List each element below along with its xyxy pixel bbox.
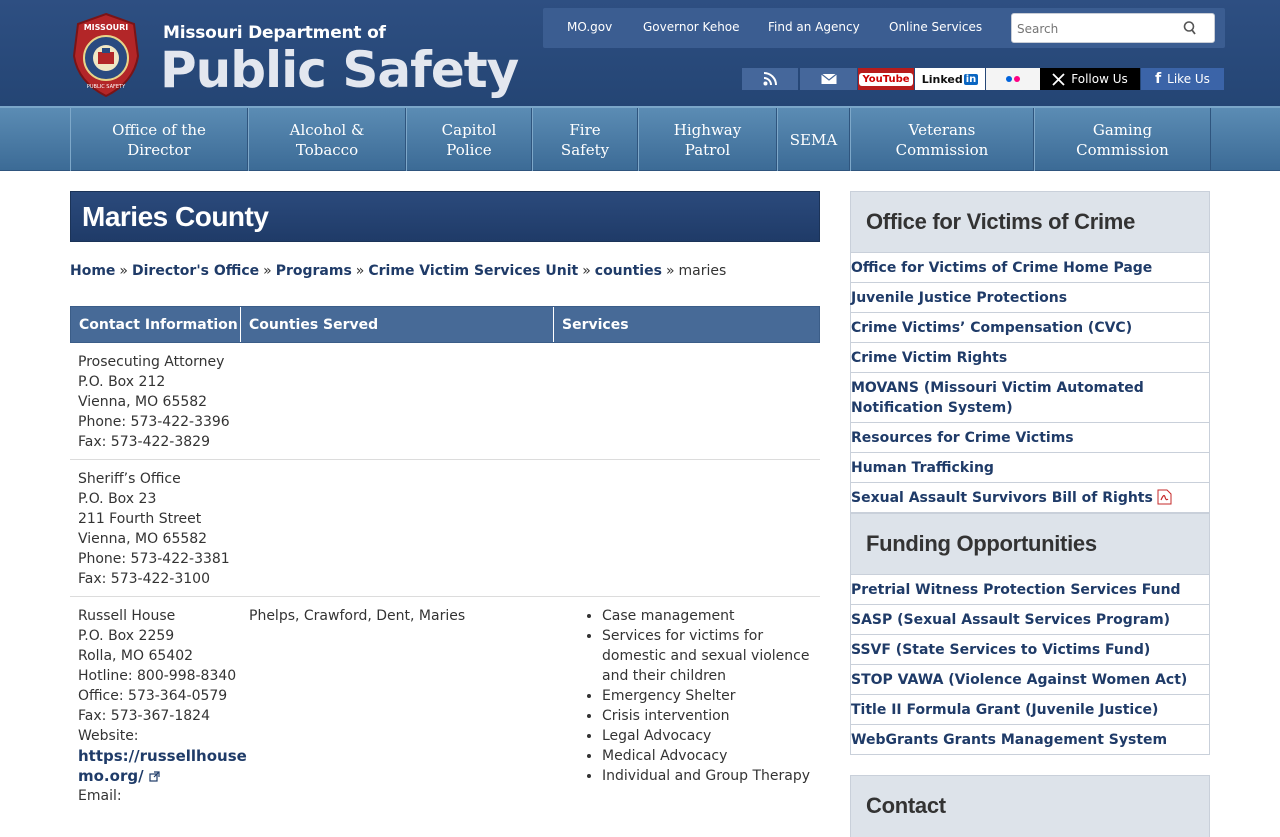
col-contact-information: Contact Information [71, 307, 241, 342]
youtube-button[interactable]: YouTube [858, 68, 914, 90]
linkedin-icon: Linked [921, 72, 963, 86]
like-us-label: Like Us [1167, 72, 1210, 86]
missouri-seal-logo[interactable]: MISSOURI PUBLIC SAFETY [70, 12, 142, 98]
linkedin-in-icon: in [963, 73, 979, 85]
breadcrumb: Home» Director's Office» Programs» Crime Vi… [70, 263, 727, 279]
flickr-icon [1006, 76, 1020, 82]
list-item: Medical Advocacy [602, 746, 814, 766]
link-find-agency[interactable]: Find an Agency [768, 20, 860, 34]
contact-cell: Russell House P.O. Box 2259 Rolla, MO 65… [78, 608, 247, 804]
nav-alcohol-tobacco[interactable]: Alcohol & Tobacco [248, 108, 406, 171]
nav-veterans-commission[interactable]: Veterans Commission [850, 108, 1034, 171]
svg-text:MISSOURI: MISSOURI [84, 23, 129, 32]
follow-us-label: Follow Us [1071, 72, 1128, 86]
col-counties-served: Counties Served [241, 307, 554, 342]
brand-title[interactable]: Public Safety [160, 40, 519, 100]
table-row: Sheriff’s Office P.O. Box 23 211 Fourth … [70, 460, 820, 597]
sidebar-link-pretrial-witness[interactable]: Pretrial Witness Protection Services Fun… [850, 575, 1210, 605]
rss-button[interactable] [742, 68, 798, 90]
x-twitter-icon [1052, 72, 1065, 86]
list-item: Individual and Group Therapy [602, 766, 814, 786]
list-item: Emergency Shelter [602, 686, 814, 706]
counties-cell: Phelps, Crawford, Dent, Maries [249, 608, 466, 624]
nav-highway-patrol[interactable]: Highway Patrol [638, 108, 777, 171]
sidebar-link-stop-vawa[interactable]: STOP VAWA (Violence Against Women Act) [850, 665, 1210, 695]
breadcrumb-home[interactable]: Home [70, 263, 115, 279]
page-title: Maries County [82, 201, 269, 232]
table-row: Prosecuting Attorney P.O. Box 212 Vienna… [70, 343, 820, 460]
sidebar-heading-contact: Contact [850, 775, 1210, 837]
breadcrumb-current: maries [678, 263, 727, 279]
sidebar-link-movans[interactable]: MOVANS (Missouri Victim Automated Notifi… [850, 373, 1210, 423]
search-input[interactable] [1017, 20, 1177, 38]
services-list: Case management Services for victims for… [584, 606, 814, 786]
sidebar-link-juvenile-justice[interactable]: Juvenile Justice Protections [850, 283, 1210, 313]
breadcrumb-directors-office[interactable]: Director's Office [132, 263, 259, 279]
nav-sema[interactable]: SEMA [777, 108, 850, 171]
sidebar-heading-ovc: Office for Victims of Crime [850, 191, 1210, 253]
list-item: Case management [602, 606, 814, 626]
sidebar-link-webgrants[interactable]: WebGrants Grants Management System [850, 725, 1210, 755]
link-online-services[interactable]: Online Services [889, 20, 982, 34]
envelope-icon [820, 73, 837, 84]
facebook-icon: f [1155, 71, 1162, 87]
sidebar-link-sasp[interactable]: SASP (Sexual Assault Services Program) [850, 605, 1210, 635]
link-governor[interactable]: Governor Kehoe [643, 20, 740, 34]
nav-office-of-director[interactable]: Office of the Director [70, 108, 248, 171]
external-link-icon [148, 771, 160, 782]
sidebar-heading-funding: Funding Opportunities [850, 513, 1210, 575]
email-button[interactable] [800, 68, 857, 90]
sidebar-link-sexual-assault-bill[interactable]: Sexual Assault Survivors Bill of Rights [850, 483, 1210, 513]
table-row: Russell House P.O. Box 2259 Rolla, MO 65… [70, 597, 820, 807]
sidebar-link-victim-rights[interactable]: Crime Victim Rights [850, 343, 1210, 373]
main-nav: Office of the Director Alcohol & Tobacco C… [0, 106, 1280, 171]
list-item: Legal Advocacy [602, 726, 814, 746]
contacts-table: Contact Information Counties Served Serv… [70, 306, 820, 807]
sidebar-link-ovc-home[interactable]: Office for Victims of Crime Home Page [850, 253, 1210, 283]
russell-house-website-link[interactable]: https://russellhouse mo.org/ [78, 746, 247, 786]
nav-capitol-police[interactable]: Capitol Police [406, 108, 532, 171]
rss-icon [763, 72, 777, 86]
link-mo-gov[interactable]: MO.gov [567, 20, 612, 34]
sidebar-link-resources[interactable]: Resources for Crime Victims [850, 423, 1210, 453]
list-item: Services for victims for domestic and se… [602, 626, 814, 686]
linkedin-button[interactable]: Linked in [915, 68, 985, 90]
search-icon[interactable] [1182, 20, 1198, 36]
svg-text:PUBLIC SAFETY: PUBLIC SAFETY [87, 84, 126, 90]
sidebar-link-title-ii[interactable]: Title II Formula Grant (Juvenile Justice… [850, 695, 1210, 725]
breadcrumb-programs[interactable]: Programs [276, 263, 352, 279]
contact-cell: Sheriff’s Office P.O. Box 23 211 Fourth … [78, 471, 230, 587]
contact-cell: Prosecuting Attorney P.O. Box 212 Vienna… [78, 354, 230, 450]
breadcrumb-counties[interactable]: counties [595, 263, 662, 279]
follow-us-button[interactable]: Follow Us [1040, 68, 1140, 90]
nav-gaming-commission[interactable]: Gaming Commission [1034, 108, 1211, 171]
sidebar-link-ssvf[interactable]: SSVF (State Services to Victims Fund) [850, 635, 1210, 665]
breadcrumb-crime-victim-services[interactable]: Crime Victim Services Unit [368, 263, 578, 279]
col-services: Services [562, 317, 629, 333]
search-box [1011, 13, 1215, 43]
list-item: Crisis intervention [602, 706, 814, 726]
table-header: Contact Information Counties Served Serv… [70, 306, 820, 343]
flickr-button[interactable] [986, 68, 1040, 90]
site-header: MISSOURI PUBLIC SAFETY Missouri Departme… [0, 0, 1280, 106]
pdf-icon [1157, 489, 1172, 505]
sidebar-link-cvc[interactable]: Crime Victims’ Compensation (CVC) [850, 313, 1210, 343]
sidebar-link-human-trafficking[interactable]: Human Trafficking [850, 453, 1210, 483]
youtube-icon: YouTube [859, 72, 913, 86]
page-title-bar: Maries County [70, 191, 820, 242]
like-us-button[interactable]: f Like Us [1141, 68, 1224, 90]
nav-fire-safety[interactable]: Fire Safety [532, 108, 638, 171]
sidebar: Office for Victims of Crime Office for V… [850, 191, 1210, 837]
